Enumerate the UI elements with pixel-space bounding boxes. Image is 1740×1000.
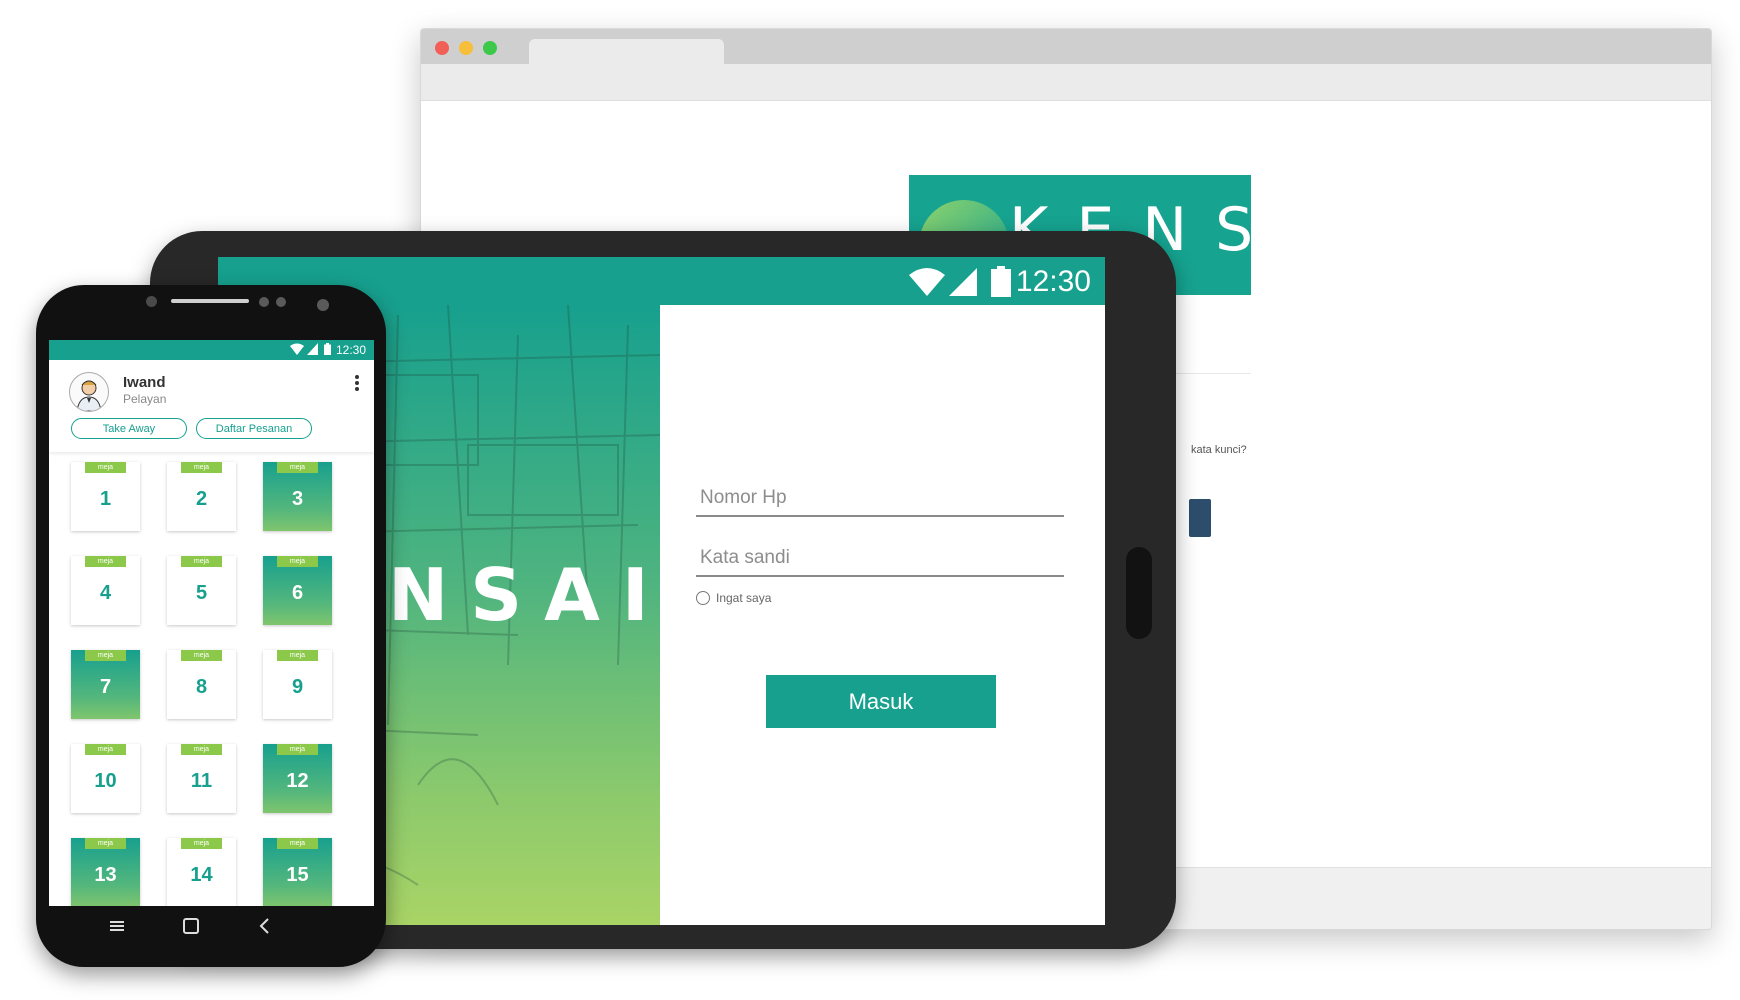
- table-card[interactable]: meja 9: [263, 650, 332, 719]
- table-number: 6: [291, 582, 304, 604]
- password-field-wrapper: [696, 517, 1072, 577]
- table-card[interactable]: meja 2: [167, 462, 236, 531]
- table-number: 7: [99, 676, 112, 698]
- home-icon[interactable]: [181, 916, 201, 936]
- table-number: 10: [94, 770, 117, 792]
- table-number: 2: [195, 488, 208, 510]
- brand-text: NSAI: [388, 553, 660, 637]
- table-tag: meja: [85, 744, 126, 755]
- table-card[interactable]: meja 4: [71, 556, 140, 625]
- signal-icon: [307, 343, 318, 355]
- table-number: 3: [291, 488, 304, 510]
- more-options-icon[interactable]: [354, 374, 360, 392]
- close-window-button[interactable]: [435, 41, 449, 55]
- table-number: 8: [195, 676, 208, 698]
- maximize-window-button[interactable]: [483, 41, 497, 55]
- status-time: 12:30: [1015, 265, 1091, 298]
- table-tag: meja: [181, 650, 222, 661]
- table-card[interactable]: meja 3: [263, 462, 332, 531]
- remember-me[interactable]: Ingat saya: [696, 591, 1064, 605]
- table-card[interactable]: meja 8: [167, 650, 236, 719]
- back-icon[interactable]: [255, 916, 275, 936]
- user-role: Pelayan: [123, 392, 167, 406]
- sensor: [276, 297, 286, 307]
- table-card[interactable]: meja 6: [263, 556, 332, 625]
- battery-icon: [991, 266, 1011, 297]
- table-number: 12: [286, 770, 309, 792]
- table-card[interactable]: meja 15: [263, 838, 332, 906]
- table-tag: meja: [277, 650, 318, 661]
- waiter-avatar-icon: [76, 380, 102, 411]
- phone-device: 12:30 Iwand Pelayan Take Away Daftar Pes…: [36, 285, 386, 967]
- sensor: [317, 299, 329, 311]
- table-card[interactable]: meja 14: [167, 838, 236, 906]
- table-number: 15: [286, 864, 309, 886]
- table-card[interactable]: meja 13: [71, 838, 140, 906]
- table-number: 1: [99, 488, 112, 510]
- table-card[interactable]: meja 1: [71, 462, 140, 531]
- table-tag: meja: [181, 462, 222, 473]
- table-tag: meja: [277, 744, 318, 755]
- phone-navigation-bar: [49, 906, 374, 948]
- login-form: Ingat saya: [696, 457, 1072, 605]
- browser-address-bar[interactable]: [421, 64, 1711, 101]
- signal-icon: [949, 268, 977, 296]
- table-number: 5: [195, 582, 208, 604]
- wifi-icon: [909, 268, 945, 296]
- login-button[interactable]: Masuk: [766, 675, 996, 728]
- user-header: Iwand Pelayan Take Away Daftar Pesanan: [49, 360, 374, 452]
- front-camera: [146, 296, 157, 307]
- table-number: 13: [94, 864, 117, 886]
- table-tag: meja: [85, 462, 126, 473]
- order-list-button[interactable]: Daftar Pesanan: [196, 418, 312, 439]
- tablet-home-button[interactable]: [1126, 547, 1152, 639]
- phone-status-time: 12:30: [335, 343, 366, 357]
- table-tag: meja: [277, 556, 318, 567]
- take-away-button[interactable]: Take Away: [71, 418, 187, 439]
- table-number: 11: [190, 770, 213, 792]
- browser-titlebar: [421, 29, 1711, 67]
- remember-radio[interactable]: [696, 591, 710, 605]
- table-card[interactable]: meja 11: [167, 744, 236, 813]
- browser-login-button[interactable]: [1189, 499, 1211, 537]
- table-card[interactable]: meja 5: [167, 556, 236, 625]
- table-tag: meja: [181, 744, 222, 755]
- table-tag: meja: [85, 838, 126, 849]
- avatar[interactable]: [69, 372, 109, 412]
- phone-number-input[interactable]: [696, 487, 1072, 509]
- sensor: [259, 297, 269, 307]
- table-tag: meja: [85, 556, 126, 567]
- browser-tab[interactable]: [529, 39, 724, 67]
- table-card[interactable]: meja 10: [71, 744, 140, 813]
- table-card[interactable]: meja 7: [71, 650, 140, 719]
- phone-status-bar: 12:30: [49, 340, 374, 360]
- user-name: Iwand: [123, 374, 166, 391]
- table-tag: meja: [277, 462, 318, 473]
- minimize-window-button[interactable]: [459, 41, 473, 55]
- table-tag: meja: [85, 650, 126, 661]
- phone-screen: 12:30 Iwand Pelayan Take Away Daftar Pes…: [49, 340, 374, 906]
- table-tag: meja: [181, 838, 222, 849]
- battery-icon: [324, 343, 331, 355]
- table-number: 9: [291, 676, 304, 698]
- table-card[interactable]: meja 12: [263, 744, 332, 813]
- table-number: 14: [190, 864, 213, 886]
- table-number: 4: [99, 582, 112, 604]
- table-tag: meja: [277, 838, 318, 849]
- menu-icon[interactable]: [107, 916, 127, 936]
- table-tag: meja: [181, 556, 222, 567]
- phone-field-wrapper: [696, 457, 1072, 517]
- password-input[interactable]: [696, 547, 1072, 569]
- forgot-password-link[interactable]: kata kunci?: [1191, 444, 1247, 456]
- wifi-icon: [290, 343, 304, 355]
- earpiece-speaker: [171, 299, 249, 303]
- remember-label: Ingat saya: [716, 591, 772, 605]
